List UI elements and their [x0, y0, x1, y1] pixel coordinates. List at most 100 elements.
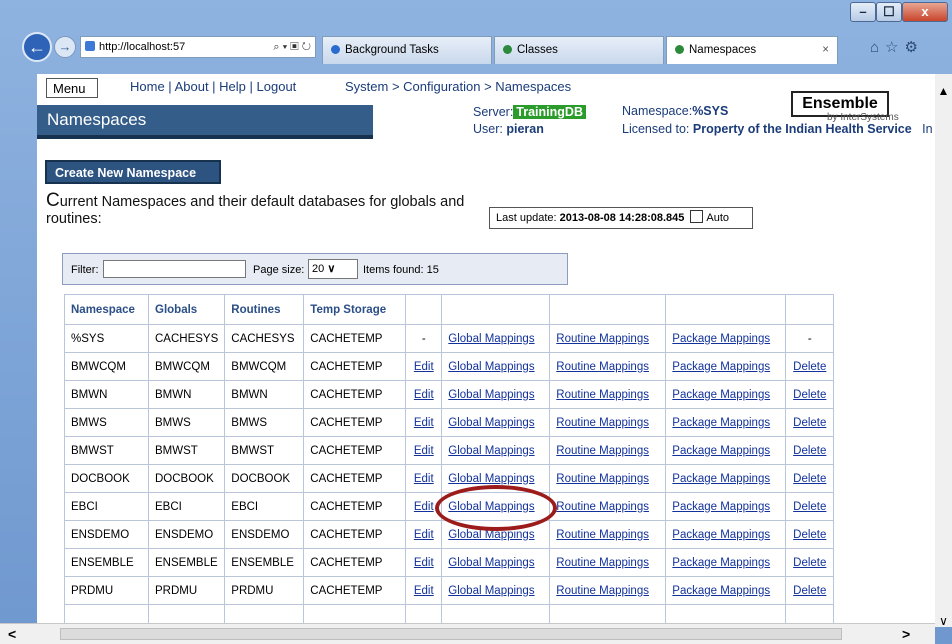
edit-link[interactable]: Edit: [405, 380, 443, 409]
routine-mappings-link[interactable]: Routine Mappings: [549, 492, 667, 521]
package-mappings-link[interactable]: Package Mappings: [665, 436, 787, 465]
package-mappings-link[interactable]: Package Mappings: [665, 548, 787, 577]
header-routines[interactable]: Routines: [224, 294, 305, 325]
page-size-value: 20: [312, 263, 325, 275]
package-mappings-link[interactable]: Package Mappings: [665, 576, 787, 605]
global-mappings-link[interactable]: Global Mappings: [441, 380, 551, 409]
routine-mappings-link[interactable]: Routine Mappings: [549, 464, 667, 493]
edit-link[interactable]: Edit: [405, 352, 443, 381]
auto-checkbox[interactable]: [690, 210, 704, 223]
edit-link[interactable]: Edit: [405, 408, 443, 437]
table-row: ENSDEMO ENSDEMO ENSDEMO CACHETEMP Edit Global…: [64, 520, 835, 549]
help-link[interactable]: Help: [219, 79, 246, 94]
global-mappings-link[interactable]: Global Mappings: [441, 436, 551, 465]
cell-globals: EBCI: [147, 492, 226, 521]
routine-mappings-link[interactable]: Routine Mappings: [549, 324, 667, 353]
back-button[interactable]: ←: [22, 32, 52, 62]
scroll-down-icon[interactable]: ∨: [935, 614, 952, 628]
close-window-button[interactable]: x: [902, 2, 948, 22]
routine-mappings-link[interactable]: Routine Mappings: [549, 352, 667, 381]
cell-namespace: ENSEMBLE: [64, 548, 149, 577]
tab-classes[interactable]: Classes: [494, 36, 664, 64]
cell-globals: PRDMU: [147, 576, 226, 605]
address-tools-icons[interactable]: ⌕ ▾ ▣ ↻: [273, 37, 311, 57]
address-bar[interactable]: http://localhost:57 ⌕ ▾ ▣ ↻: [80, 36, 316, 58]
routine-mappings-link[interactable]: Routine Mappings: [549, 548, 667, 577]
edit-link[interactable]: Edit: [405, 520, 443, 549]
tab-label: Background Tasks: [345, 44, 439, 56]
routine-mappings-link[interactable]: Routine Mappings: [549, 436, 667, 465]
scroll-up-icon[interactable]: ▲: [935, 84, 952, 98]
global-mappings-link[interactable]: Global Mappings: [441, 324, 551, 353]
table-row: EBCI EBCI EBCI CACHETEMP Edit Global Mappings…: [64, 492, 835, 521]
delete-link[interactable]: Delete: [785, 548, 835, 577]
header-temp-storage[interactable]: Temp Storage: [303, 294, 407, 325]
maximize-button[interactable]: ☐: [876, 2, 902, 22]
cell-globals: DOCBOOK: [147, 464, 226, 493]
address-text: http://localhost:57: [99, 41, 186, 53]
routine-mappings-link[interactable]: Routine Mappings: [549, 520, 667, 549]
favicon-icon: [675, 45, 684, 54]
scroll-thumb[interactable]: [60, 628, 842, 640]
global-mappings-link[interactable]: Global Mappings: [441, 520, 551, 549]
close-tab-icon[interactable]: ×: [822, 37, 829, 63]
package-mappings-link[interactable]: Package Mappings: [665, 324, 787, 353]
cell-routines: PRDMU: [224, 576, 305, 605]
header-globals[interactable]: Globals: [147, 294, 226, 325]
horizontal-scrollbar[interactable]: < >: [0, 623, 935, 644]
global-mappings-link[interactable]: Global Mappings: [441, 492, 551, 521]
global-mappings-link[interactable]: Global Mappings: [441, 464, 551, 493]
delete-link[interactable]: Delete: [785, 380, 835, 409]
edit-link[interactable]: Edit: [405, 548, 443, 577]
routine-mappings-link[interactable]: Routine Mappings: [549, 576, 667, 605]
delete-link[interactable]: Delete: [785, 408, 835, 437]
cell-temp-storage: CACHETEMP: [303, 464, 407, 493]
vertical-scrollbar[interactable]: ▲ ∨: [935, 74, 952, 628]
delete-link[interactable]: Delete: [785, 520, 835, 549]
filter-input[interactable]: [103, 260, 246, 278]
edit-link[interactable]: Edit: [405, 464, 443, 493]
tab-label: Namespaces: [689, 44, 757, 56]
header-namespace[interactable]: Namespace: [64, 294, 149, 325]
global-mappings-link[interactable]: Global Mappings: [441, 352, 551, 381]
logout-link[interactable]: Logout: [257, 79, 297, 94]
delete-link[interactable]: Delete: [785, 464, 835, 493]
home-link[interactable]: Home: [130, 79, 165, 94]
scroll-right-icon[interactable]: >: [902, 624, 910, 644]
package-mappings-link[interactable]: Package Mappings: [665, 520, 787, 549]
minimize-button[interactable]: –: [850, 2, 876, 22]
routine-mappings-link[interactable]: Routine Mappings: [549, 380, 667, 409]
global-mappings-link[interactable]: Global Mappings: [441, 548, 551, 577]
package-mappings-link[interactable]: Package Mappings: [665, 380, 787, 409]
cell-namespace: BMWCQM: [64, 352, 149, 381]
tab-namespaces[interactable]: Namespaces ×: [666, 36, 838, 64]
edit-link[interactable]: Edit: [405, 492, 443, 521]
create-namespace-button[interactable]: Create New Namespace: [45, 160, 221, 184]
page-size-select[interactable]: 20 ∨: [308, 259, 358, 279]
package-mappings-link[interactable]: Package Mappings: [665, 408, 787, 437]
intro-text: Current Namespaces and their default dat…: [46, 191, 486, 228]
scroll-left-icon[interactable]: <: [8, 624, 16, 644]
delete-link[interactable]: Delete: [785, 352, 835, 381]
delete-link: -: [785, 324, 835, 353]
global-mappings-link[interactable]: Global Mappings: [441, 576, 551, 605]
edit-link[interactable]: Edit: [405, 436, 443, 465]
cell-temp-storage: CACHETEMP: [303, 436, 407, 465]
home-favorites-settings-icons[interactable]: ⌂☆⚙: [870, 38, 924, 56]
forward-button[interactable]: →: [54, 36, 76, 58]
tab-background-tasks[interactable]: Background Tasks: [322, 36, 492, 64]
edit-link[interactable]: Edit: [405, 576, 443, 605]
delete-link[interactable]: Delete: [785, 436, 835, 465]
breadcrumb: System > Configuration > Namespaces: [345, 79, 572, 94]
menu-button[interactable]: Menu: [46, 78, 98, 98]
about-link[interactable]: About: [175, 79, 209, 94]
delete-link[interactable]: Delete: [785, 492, 835, 521]
table-row: ENSEMBLE ENSEMBLE ENSEMBLE CACHETEMP Edit Glo…: [64, 548, 835, 577]
table-row: BMWN BMWN BMWN CACHETEMP Edit Global Mappings…: [64, 380, 835, 409]
package-mappings-link[interactable]: Package Mappings: [665, 352, 787, 381]
package-mappings-link[interactable]: Package Mappings: [665, 492, 787, 521]
package-mappings-link[interactable]: Package Mappings: [665, 464, 787, 493]
routine-mappings-link[interactable]: Routine Mappings: [549, 408, 667, 437]
delete-link[interactable]: Delete: [785, 576, 835, 605]
global-mappings-link[interactable]: Global Mappings: [441, 408, 551, 437]
